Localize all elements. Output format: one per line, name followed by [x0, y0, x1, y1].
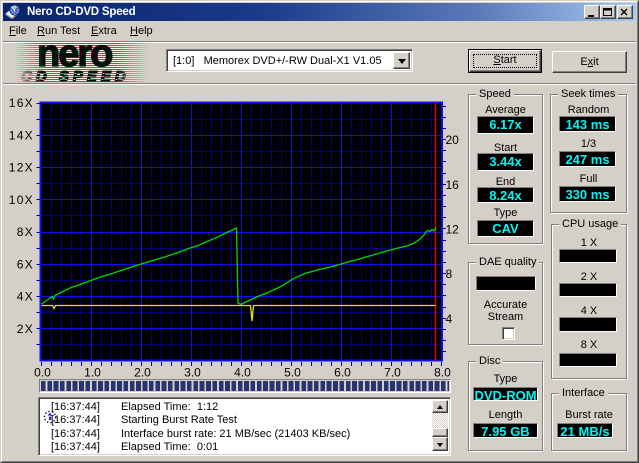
svg-text:0.0: 0.0 [34, 366, 51, 380]
svg-text:16: 16 [446, 178, 460, 192]
svg-text:2.0: 2.0 [134, 366, 151, 380]
svg-text:5.0: 5.0 [284, 366, 301, 380]
svg-text:1.0: 1.0 [84, 366, 101, 380]
svg-text:12X: 12X [9, 161, 34, 175]
svg-text:6.0: 6.0 [334, 366, 351, 380]
svg-text:4.0: 4.0 [234, 366, 251, 380]
svg-text:8.0: 8.0 [434, 366, 451, 380]
svg-text:12: 12 [446, 222, 460, 236]
svg-text:6X: 6X [17, 257, 34, 271]
svg-text:3.0: 3.0 [184, 366, 201, 380]
svg-text:8: 8 [446, 267, 453, 281]
svg-text:16X: 16X [9, 96, 34, 110]
svg-text:2X: 2X [17, 322, 34, 336]
svg-text:14X: 14X [9, 128, 34, 142]
svg-text:20: 20 [446, 133, 460, 147]
svg-text:4: 4 [446, 312, 453, 326]
svg-text:10X: 10X [9, 193, 34, 207]
svg-text:8X: 8X [17, 225, 34, 239]
svg-text:4X: 4X [17, 290, 34, 304]
svg-text:7.0: 7.0 [384, 366, 401, 380]
